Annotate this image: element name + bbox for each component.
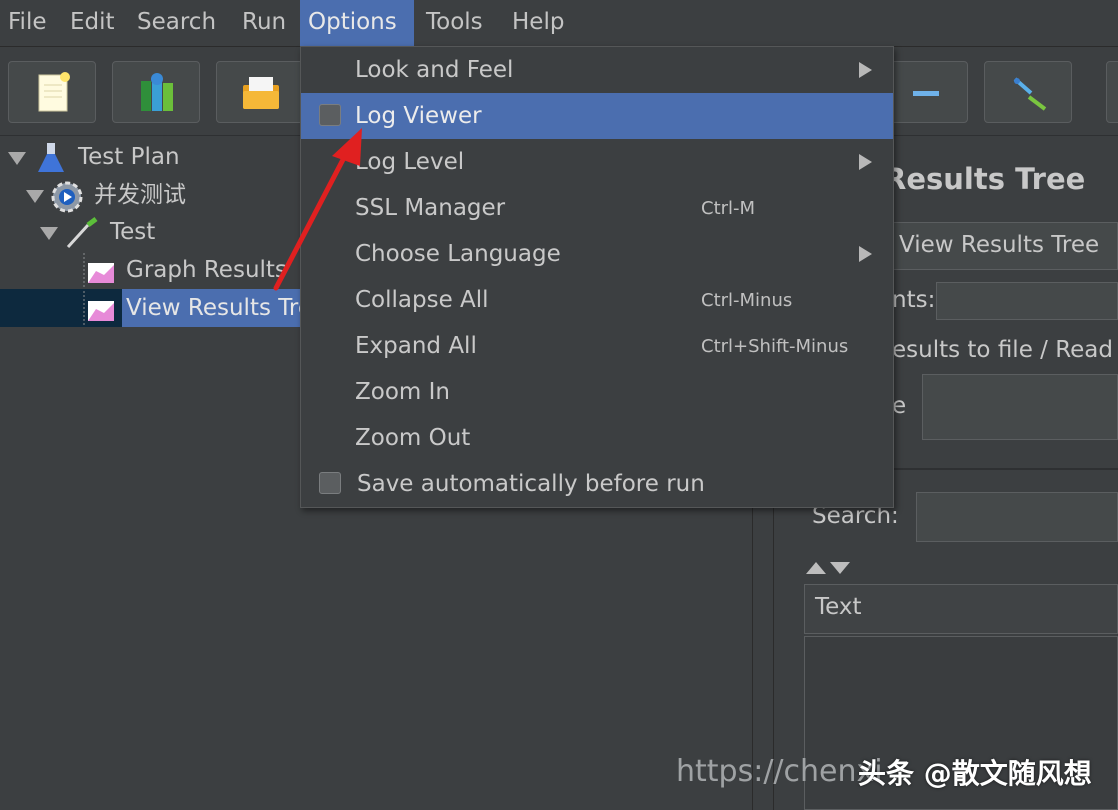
filename-field[interactable] — [922, 374, 1118, 440]
tree-node-view-results-tree[interactable]: View Results Tre — [0, 289, 317, 327]
checkbox-icon[interactable] — [319, 472, 341, 494]
menu-item-label: Zoom In — [355, 379, 450, 405]
sort-arrows-icon[interactable] — [806, 562, 852, 576]
filename-label: e — [892, 393, 907, 419]
watermark-url: https://chenxi — [676, 754, 883, 789]
tree-node-label: 并发测试 — [94, 182, 186, 208]
menu-item-choose-language[interactable]: Choose Language — [301, 231, 893, 277]
panel-title: Results Tree — [884, 162, 1086, 196]
templates-books-icon — [141, 73, 173, 111]
open-button[interactable] — [216, 61, 304, 123]
menu-item-save-automatically[interactable]: Save automatically before run — [301, 461, 893, 507]
expand-arrow-icon — [26, 190, 44, 203]
tree-node-label: Test — [110, 219, 156, 245]
menu-item-label: Save automatically before run — [357, 471, 705, 497]
menu-item-shortcut: Ctrl-Minus — [701, 290, 793, 311]
listener-graph-icon — [83, 253, 114, 287]
section-separator — [892, 468, 1118, 470]
submenu-arrow-icon — [859, 62, 872, 78]
menu-item-log-level[interactable]: Log Level — [301, 139, 893, 185]
tree-node-test-plan[interactable]: Test Plan — [0, 138, 300, 176]
tree-node-graph-results[interactable]: Graph Results — [0, 251, 300, 289]
annotation-arrow-icon — [273, 128, 362, 291]
menu-run[interactable]: Run — [234, 0, 294, 46]
minus-icon — [913, 91, 939, 96]
tree-node-thread-group[interactable]: 并发测试 — [0, 176, 300, 214]
tree-node-label: Test Plan — [78, 144, 180, 170]
menu-options[interactable]: Options — [300, 0, 414, 46]
options-menu: Look and Feel Log Viewer Log Level SSL M… — [300, 46, 894, 508]
toolbar-more-button[interactable] — [1106, 61, 1118, 123]
text-header-label: Text — [815, 594, 862, 620]
comments-label: nts: — [892, 287, 936, 313]
toggle-button[interactable] — [984, 61, 1072, 123]
menu-item-shortcut: Ctrl+Shift-Minus — [701, 336, 849, 357]
menu-item-label: Look and Feel — [355, 57, 514, 83]
submenu-arrow-icon — [859, 246, 872, 262]
menu-item-zoom-in[interactable]: Zoom In — [301, 369, 893, 415]
menu-item-log-viewer[interactable]: Log Viewer — [301, 93, 893, 139]
text-column-header[interactable]: Text — [804, 584, 1118, 634]
sampler-pipette-icon — [66, 217, 98, 249]
search-field[interactable] — [916, 492, 1118, 542]
menu-edit[interactable]: Edit — [62, 0, 123, 46]
submenu-arrow-icon — [859, 154, 872, 170]
tree-node-sampler[interactable]: Test — [0, 213, 300, 251]
menu-item-shortcut: Ctrl-M — [701, 198, 756, 219]
menu-item-collapse-all[interactable]: Collapse All Ctrl-Minus — [301, 277, 893, 323]
menu-item-label: Zoom Out — [355, 425, 471, 451]
name-field-value: View Results Tree — [899, 232, 1100, 258]
expand-arrow-icon — [40, 227, 58, 240]
flask-icon — [38, 143, 64, 172]
menu-tools[interactable]: Tools — [418, 0, 491, 46]
write-results-label: esults to file / Read f — [892, 337, 1118, 363]
menu-item-zoom-out[interactable]: Zoom Out — [301, 415, 893, 461]
templates-button[interactable] — [112, 61, 200, 123]
expand-arrow-icon — [8, 152, 26, 165]
menu-search[interactable]: Search — [129, 0, 224, 46]
name-field[interactable]: View Results Tree — [892, 222, 1118, 270]
menu-item-label: Expand All — [355, 333, 477, 359]
new-test-plan-button[interactable] — [8, 61, 96, 123]
listener-graph-icon — [83, 291, 114, 325]
watermark-brand: 头条 @散文随风想 — [858, 757, 1092, 790]
menu-item-look-and-feel[interactable]: Look and Feel — [301, 47, 893, 93]
menu-item-ssl-manager[interactable]: SSL Manager Ctrl-M — [301, 185, 893, 231]
open-folder-icon — [243, 77, 279, 109]
comments-field[interactable] — [936, 282, 1118, 320]
toggle-wand-icon — [1013, 77, 1047, 111]
thread-group-gear-icon — [51, 181, 83, 213]
menu-item-expand-all[interactable]: Expand All Ctrl+Shift-Minus — [301, 323, 893, 369]
new-document-icon — [38, 72, 70, 112]
menu-bar: File Edit Search Run Options Tools Help — [0, 0, 1118, 47]
menu-item-label: Choose Language — [355, 241, 561, 267]
menu-file[interactable]: File — [0, 0, 55, 46]
menu-help[interactable]: Help — [504, 0, 572, 46]
